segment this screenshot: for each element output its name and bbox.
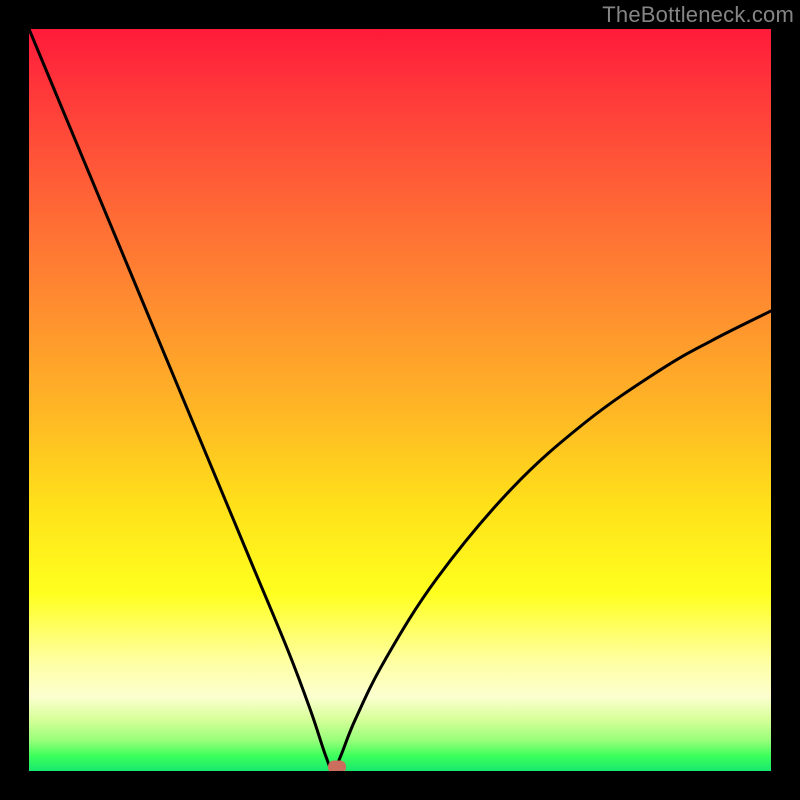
gradient-background: [29, 29, 771, 771]
chart-frame: [29, 29, 771, 771]
watermark-text: TheBottleneck.com: [602, 2, 794, 28]
